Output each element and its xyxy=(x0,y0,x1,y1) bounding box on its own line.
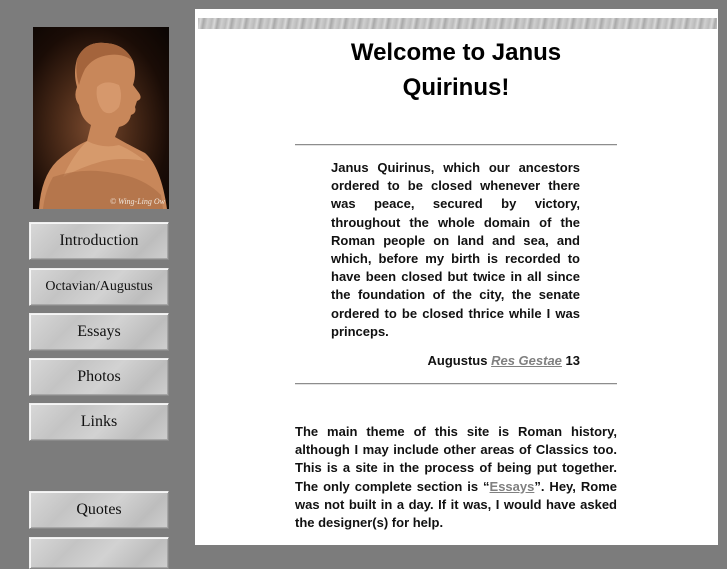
nav-essays-label: Essays xyxy=(77,323,121,340)
nav-introduction-button[interactable]: Introduction xyxy=(29,222,169,260)
sidebar: © Wing-Ling Ow Introduction Octavian/Aug… xyxy=(0,0,195,569)
quote-attribution: Augustus Res Gestae 13 xyxy=(331,353,581,368)
nav-next-button-partial[interactable] xyxy=(29,537,169,569)
nav-links-label: Links xyxy=(80,413,118,430)
main-content: Welcome to Janus Quirinus! Janus Quirinu… xyxy=(195,9,718,545)
divider-top xyxy=(295,144,617,146)
page-title-line-1: Welcome to Janus xyxy=(350,39,562,66)
res-gestae-quote: Janus Quirinus, which our ancestors orde… xyxy=(331,160,580,339)
nav-quotes-label: Quotes xyxy=(76,501,122,518)
res-gestae-link[interactable]: Res Gestae xyxy=(491,353,562,368)
nav-quotes-button[interactable]: Quotes xyxy=(29,491,169,529)
nav-octavian-augustus-label: Octavian/Augustus xyxy=(45,279,153,294)
quote-section: 13 xyxy=(565,353,580,368)
essays-link[interactable]: Essays xyxy=(490,479,535,494)
quote-author: Augustus xyxy=(427,353,488,368)
intro-paragraph: The main theme of this site is Roman his… xyxy=(295,423,617,532)
divider-bottom xyxy=(295,383,617,385)
nav-photos-label: Photos xyxy=(77,368,121,385)
marble-header-bar xyxy=(198,18,717,29)
augustus-bust-image xyxy=(39,42,167,209)
nav-links-button[interactable]: Links xyxy=(29,403,169,441)
augustus-portrait: © Wing-Ling Ow xyxy=(33,27,169,209)
nav-octavian-augustus-button[interactable]: Octavian/Augustus xyxy=(29,268,169,306)
page-title-line-2: Quirinus! xyxy=(402,74,510,101)
nav-introduction-label: Introduction xyxy=(59,232,139,249)
nav-essays-button[interactable]: Essays xyxy=(29,313,169,351)
portrait-credit: © Wing-Ling Ow xyxy=(110,197,165,206)
nav-photos-button[interactable]: Photos xyxy=(29,358,169,396)
page-title: Welcome to Janus Quirinus! xyxy=(295,35,617,105)
